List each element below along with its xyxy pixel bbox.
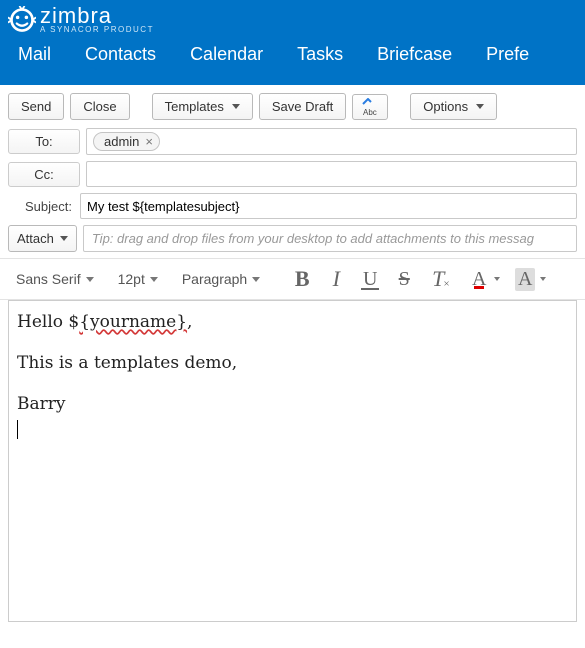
tab-tasks[interactable]: Tasks: [297, 44, 343, 65]
editor-toolbar: Sans Serif 12pt Paragraph B I U S T× A A: [0, 258, 585, 300]
spellcheck-icon: Abc: [361, 98, 379, 116]
tab-briefcase[interactable]: Briefcase: [377, 44, 452, 65]
caret-down-icon: [60, 236, 68, 241]
underline-button[interactable]: U: [354, 265, 386, 293]
body-text: Hello $: [17, 312, 79, 332]
text-color-button[interactable]: A: [466, 265, 492, 293]
clear-format-button[interactable]: T×: [422, 265, 454, 293]
text-cursor: [17, 420, 18, 439]
svg-text:Abc: Abc: [363, 108, 377, 116]
body-line-2: This is a templates demo,: [17, 352, 568, 375]
message-body[interactable]: Hello ${yourname}, This is a templates d…: [8, 300, 577, 622]
italic-button[interactable]: I: [320, 265, 352, 293]
caret-down-icon: [252, 277, 260, 282]
font-family-select[interactable]: Sans Serif: [10, 267, 100, 291]
attach-button[interactable]: Attach: [8, 225, 77, 252]
font-family-label: Sans Serif: [16, 271, 81, 287]
caret-down-icon[interactable]: [540, 277, 546, 281]
cc-button[interactable]: Cc:: [8, 162, 80, 187]
tab-calendar[interactable]: Calendar: [190, 44, 263, 65]
templates-button[interactable]: Templates: [152, 93, 253, 120]
close-label: Close: [83, 99, 116, 114]
paragraph-label: Paragraph: [182, 271, 247, 287]
zimbra-logo-icon: [8, 6, 36, 34]
body-line-3: Barry: [17, 393, 568, 416]
send-label: Send: [21, 99, 51, 114]
recipient-chip-label: admin: [104, 134, 139, 149]
caret-down-icon: [150, 277, 158, 282]
compose-toolbar: Send Close Templates Save Draft Abc Opti…: [0, 85, 585, 128]
logo-text: zimbra: [40, 6, 154, 26]
chip-remove-icon[interactable]: ×: [145, 134, 153, 149]
save-draft-button[interactable]: Save Draft: [259, 93, 346, 120]
body-line-1: Hello ${yourname},: [17, 311, 568, 334]
body-placeholder: {yourname}: [79, 312, 187, 332]
nav-tabs: Mail Contacts Calendar Tasks Briefcase P…: [0, 36, 585, 65]
to-field[interactable]: admin ×: [86, 128, 577, 155]
font-size-label: 12pt: [118, 271, 145, 287]
caret-down-icon: [86, 277, 94, 282]
tab-contacts[interactable]: Contacts: [85, 44, 156, 65]
bg-color-button[interactable]: A: [512, 265, 538, 293]
logo: zimbra A SYNACOR PRODUCT: [0, 0, 585, 36]
to-button[interactable]: To:: [8, 129, 80, 154]
attach-hint[interactable]: Tip: drag and drop files from your deskt…: [83, 225, 577, 252]
subject-label: Subject:: [8, 199, 80, 214]
templates-label: Templates: [165, 99, 224, 114]
caret-down-icon[interactable]: [494, 277, 500, 281]
options-button[interactable]: Options: [410, 93, 497, 120]
logo-subtext: A SYNACOR PRODUCT: [40, 25, 154, 34]
tab-preferences[interactable]: Prefe: [486, 44, 529, 65]
compose-fields: To: admin × Cc: Subject:: [0, 128, 585, 219]
send-button[interactable]: Send: [8, 93, 64, 120]
close-button[interactable]: Close: [70, 93, 129, 120]
spellcheck-button[interactable]: Abc: [352, 94, 388, 120]
options-label: Options: [423, 99, 468, 114]
cc-field[interactable]: [86, 161, 577, 187]
attach-label: Attach: [17, 231, 54, 246]
recipient-chip[interactable]: admin ×: [93, 132, 160, 151]
tab-mail[interactable]: Mail: [18, 44, 51, 65]
strikethrough-button[interactable]: S: [388, 265, 420, 293]
subject-input[interactable]: [80, 193, 577, 219]
bold-button[interactable]: B: [286, 265, 318, 293]
paragraph-select[interactable]: Paragraph: [176, 267, 266, 291]
font-size-select[interactable]: 12pt: [112, 267, 164, 291]
app-header: zimbra A SYNACOR PRODUCT Mail Contacts C…: [0, 0, 585, 85]
caret-down-icon: [476, 104, 484, 109]
caret-down-icon: [232, 104, 240, 109]
save-draft-label: Save Draft: [272, 99, 333, 114]
body-text: ,: [187, 312, 192, 332]
